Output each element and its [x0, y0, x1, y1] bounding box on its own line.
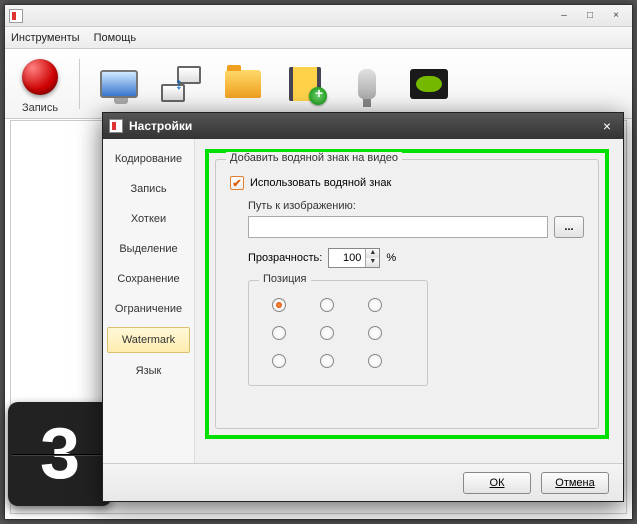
position-middle-right[interactable] — [368, 326, 382, 340]
dialog-footer: ОК Отмена — [103, 463, 623, 501]
add-video-button[interactable]: + — [282, 61, 328, 107]
record-label: Запись — [22, 102, 58, 114]
close-button[interactable]: × — [604, 9, 628, 23]
folder-button[interactable] — [220, 61, 266, 107]
tab-selection[interactable]: Выделение — [103, 237, 194, 261]
dialog-icon — [109, 119, 123, 133]
nvidia-button[interactable] — [406, 61, 452, 107]
dialog-title-bar[interactable]: Настройки × — [103, 113, 623, 139]
watermark-group: Добавить водяной знак на видео ✔ Использ… — [215, 159, 599, 429]
use-watermark-row: ✔ Использовать водяной знак — [230, 176, 584, 190]
film-add-icon: + — [289, 67, 321, 101]
record-button[interactable]: Запись — [17, 54, 63, 114]
record-icon — [22, 59, 58, 95]
check-icon: ✔ — [232, 177, 241, 190]
tab-record[interactable]: Запись — [103, 177, 194, 201]
position-bottom-left[interactable] — [272, 354, 286, 368]
app-icon — [9, 9, 23, 23]
title-bar: – □ × — [5, 5, 632, 27]
position-top-center[interactable] — [320, 298, 334, 312]
opacity-value: 100 — [329, 252, 365, 264]
dialog-close-button[interactable]: × — [597, 118, 617, 134]
spinner-up-icon[interactable]: ▲ — [366, 249, 379, 258]
use-watermark-checkbox[interactable]: ✔ — [230, 176, 244, 190]
use-watermark-label: Использовать водяной знак — [250, 177, 391, 189]
tab-encoding[interactable]: Кодирование — [103, 147, 194, 171]
screen-button[interactable] — [96, 61, 142, 107]
menu-instruments[interactable]: Инструменты — [11, 32, 80, 44]
menu-bar: Инструменты Помощь — [5, 27, 632, 49]
tab-saving[interactable]: Сохранение — [103, 267, 194, 291]
position-bottom-center[interactable] — [320, 354, 334, 368]
path-label: Путь к изображению: — [248, 200, 584, 212]
position-grid — [261, 293, 415, 373]
position-middle-center[interactable] — [320, 326, 334, 340]
settings-dialog: Настройки × Кодирование Запись Хоткеи Вы… — [102, 112, 624, 502]
windows-button[interactable]: ↕ — [158, 61, 204, 107]
opacity-unit: % — [386, 252, 396, 264]
position-middle-left[interactable] — [272, 326, 286, 340]
opacity-spinner[interactable]: 100 ▲ ▼ — [328, 248, 380, 268]
spinner-arrows[interactable]: ▲ ▼ — [365, 249, 379, 267]
browse-button[interactable]: ... — [554, 216, 584, 238]
position-top-left[interactable] — [272, 298, 286, 312]
menu-help[interactable]: Помощь — [94, 32, 137, 44]
toolbar: Запись ↕ + — [5, 49, 632, 119]
folder-icon — [225, 70, 261, 98]
settings-tabs: Кодирование Запись Хоткеи Выделение Сохр… — [103, 139, 195, 463]
tab-restriction[interactable]: Ограничение — [103, 297, 194, 321]
highlight-box: Добавить водяной знак на видео ✔ Использ… — [205, 149, 609, 439]
position-top-right[interactable] — [368, 298, 382, 312]
windows-icon: ↕ — [161, 66, 201, 102]
position-group: Позиция — [248, 280, 428, 386]
dialog-body: Кодирование Запись Хоткеи Выделение Сохр… — [103, 139, 623, 463]
tab-language[interactable]: Язык — [103, 359, 194, 383]
maximize-button[interactable]: □ — [578, 9, 602, 23]
tab-watermark[interactable]: Watermark — [107, 327, 190, 353]
minimize-button[interactable]: – — [552, 9, 576, 23]
cancel-button[interactable]: Отмена — [541, 472, 609, 494]
nvidia-icon — [410, 69, 448, 99]
toolbar-divider — [79, 59, 80, 109]
position-label: Позиция — [259, 273, 311, 285]
watermark-group-title: Добавить водяной знак на видео — [226, 152, 402, 164]
microphone-button[interactable] — [344, 61, 390, 107]
monitor-icon — [100, 70, 138, 98]
tab-hotkeys[interactable]: Хоткеи — [103, 207, 194, 231]
ok-button[interactable]: ОК — [463, 472, 531, 494]
spinner-down-icon[interactable]: ▼ — [366, 258, 379, 267]
dialog-title: Настройки — [129, 119, 192, 133]
tab-content: Добавить водяной знак на видео ✔ Использ… — [195, 139, 623, 463]
path-input[interactable] — [248, 216, 548, 238]
window-controls: – □ × — [552, 9, 628, 23]
microphone-icon — [358, 69, 376, 99]
countdown-widget: 3 — [8, 402, 112, 506]
opacity-label: Прозрачность: — [248, 252, 322, 264]
position-bottom-right[interactable] — [368, 354, 382, 368]
